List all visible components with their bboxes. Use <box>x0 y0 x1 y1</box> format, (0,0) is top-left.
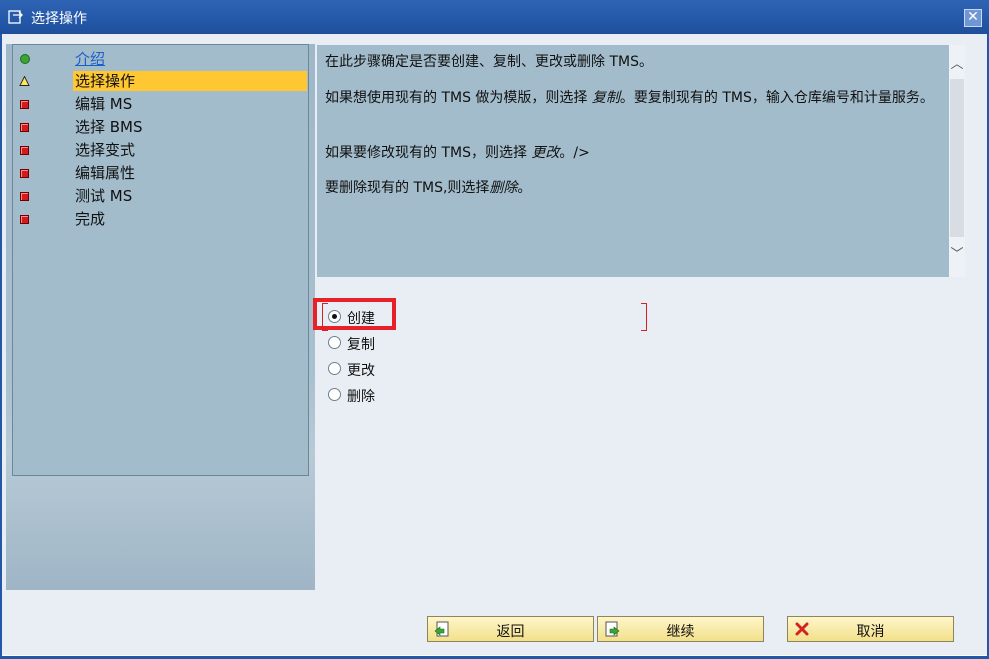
radio-button[interactable] <box>328 388 341 401</box>
window-titlebar: 选择操作 ✕ <box>0 0 989 34</box>
step-test-ms[interactable]: 测试 MS <box>13 185 308 207</box>
step-select-bms[interactable]: 选择 BMS <box>13 116 308 138</box>
red-square-icon <box>20 215 29 224</box>
step-label: 编辑 MS <box>75 95 133 113</box>
close-icon: ✕ <box>967 9 979 25</box>
option-label[interactable]: 创建 <box>347 308 375 328</box>
red-square-icon <box>20 123 29 132</box>
warning-triangle-icon <box>19 76 30 86</box>
scroll-thumb[interactable] <box>950 79 964 237</box>
back-button-label: 返回 <box>496 624 525 640</box>
step-label: 测试 MS <box>75 187 133 205</box>
radio-button[interactable] <box>328 310 341 323</box>
close-button[interactable]: ✕ <box>964 9 982 27</box>
step-label: 完成 <box>75 210 106 228</box>
continue-button-label: 继续 <box>666 624 695 640</box>
wizard-step-list: 介绍 选择操作 编辑 MS 选择 BMS 选择变式 编辑属性 测试 MS 完成 <box>12 44 309 476</box>
continue-button[interactable]: 继续 <box>597 616 764 642</box>
cancel-button[interactable]: 取消 <box>787 616 954 642</box>
red-square-icon <box>20 146 29 155</box>
window-icon <box>8 10 23 24</box>
window-title: 选择操作 <box>31 11 87 27</box>
cancel-button-label: 取消 <box>856 624 885 640</box>
option-label[interactable]: 复制 <box>347 334 375 354</box>
chevron-down-icon[interactable]: ﹀ <box>949 243 965 267</box>
radio-button[interactable] <box>328 336 341 349</box>
step-label: 选择操作 <box>73 71 307 91</box>
instruction-paragraph: 如果要修改现有的 TMS，则选择 更改。/> <box>325 145 590 161</box>
step-finish[interactable]: 完成 <box>13 208 308 230</box>
instruction-paragraph: 在此步骤确定是否要创建、复制、更改或删除 TMS。 <box>325 54 653 70</box>
step-intro[interactable]: 介绍 <box>13 48 308 70</box>
option-label[interactable]: 删除 <box>347 386 375 406</box>
step-select-variant[interactable]: 选择变式 <box>13 139 308 161</box>
step-edit-ms[interactable]: 编辑 MS <box>13 93 308 115</box>
step-label[interactable]: 介绍 <box>73 49 107 69</box>
red-square-icon <box>20 192 29 201</box>
step-select-action[interactable]: 选择操作 <box>13 70 308 92</box>
step-label: 编辑属性 <box>75 164 136 182</box>
step-label: 选择 BMS <box>75 118 143 136</box>
focus-bracket <box>641 303 647 331</box>
option-label[interactable]: 更改 <box>347 360 375 380</box>
radio-button[interactable] <box>328 362 341 375</box>
red-square-icon <box>20 100 29 109</box>
back-button[interactable]: 返回 <box>427 616 594 642</box>
step-edit-attributes[interactable]: 编辑属性 <box>13 162 308 184</box>
instruction-text-box: 在此步骤确定是否要创建、复制、更改或删除 TMS。 如果想使用现有的 TMS 做… <box>317 45 949 277</box>
red-square-icon <box>20 169 29 178</box>
info-scrollbar[interactable]: ︿ ﹀ <box>949 45 965 277</box>
instruction-paragraph: 如果想使用现有的 TMS 做为模版，则选择 复制。要复制现有的 TMS，输入仓库… <box>325 90 934 106</box>
green-dot-icon <box>20 54 30 64</box>
instruction-paragraph: 要删除现有的 TMS,则选择删除。 <box>325 180 532 196</box>
step-label: 选择变式 <box>75 141 136 159</box>
chevron-up-icon[interactable]: ︿ <box>949 53 965 77</box>
